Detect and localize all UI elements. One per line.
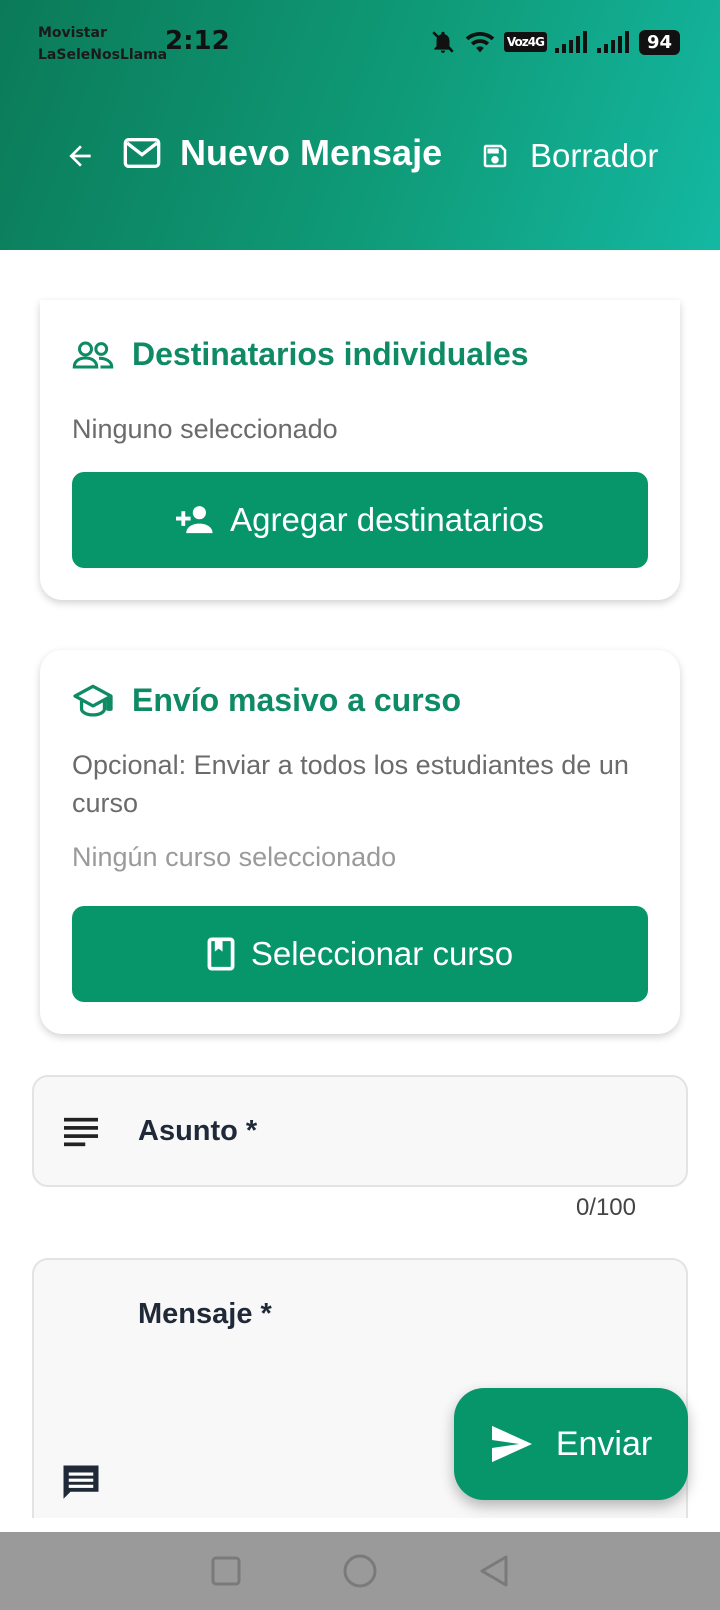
status-time: 2:12 [165,26,230,56]
recents-icon[interactable] [210,1555,242,1587]
back-button[interactable] [56,134,104,178]
toolbar: Nuevo Mensaje Borrador [0,118,720,190]
wifi-icon [465,31,495,53]
course-broadcast-status: Ningún curso seleccionado [72,842,397,872]
send-icon [491,1425,532,1463]
subject-char-counter: 0/100 [575,1194,636,1221]
carrier-line-1: Movistar [38,25,107,41]
message-label: Mensaje * [138,1298,272,1330]
subject-label: Asunto * [138,1115,258,1147]
page-title: Nuevo Mensaje [180,132,443,173]
course-broadcast-description: Opcional: Enviar a todos los estudiantes… [72,750,629,818]
battery-indicator: 94 [638,29,680,55]
book-icon [207,937,235,971]
carrier-line-2: LaSeleNosLlama [38,47,168,63]
send-fab[interactable]: Enviar [454,1388,688,1500]
carrier-name: Movistar LaSeleNosLlama [38,22,167,66]
subject-lines-icon [64,1117,98,1147]
individual-recipients-status: Ninguno seleccionado [72,414,338,444]
course-broadcast-title: Envío masivo a curso [132,682,462,718]
select-course-label: Seleccionar curso [250,935,514,972]
add-recipients-label: Agregar destinatarios [230,501,544,538]
signal-icon-1 [554,31,587,53]
status-icons: Voz4G 94 [430,26,680,58]
system-nav-bar [0,1532,720,1610]
add-person-icon [176,506,213,534]
save-draft-button[interactable]: Borrador [480,128,658,184]
back-nav-icon[interactable] [478,1554,510,1588]
subject-field[interactable]: Asunto * [32,1075,688,1187]
network-badge: Voz4G [503,32,547,52]
status-bar: Movistar LaSeleNosLlama 2:12 Voz4G 94 [0,0,720,90]
signal-icon-2 [596,31,629,53]
send-label: Enviar [555,1424,653,1463]
add-recipients-button[interactable]: Agregar destinatarios [72,472,648,568]
people-icon [72,341,114,368]
home-icon[interactable] [342,1553,378,1589]
individual-recipients-header: Destinatarios individuales [72,336,529,373]
back-arrow-icon [69,145,91,167]
course-broadcast-header: Envío masivo a curso [72,682,461,719]
course-broadcast-card: Envío masivo a curso Opcional: Enviar a … [40,650,680,1034]
school-icon [73,684,113,717]
save-icon [483,144,507,168]
select-course-button[interactable]: Seleccionar curso [72,906,648,1002]
draft-label: Borrador [530,137,659,174]
mail-icon [123,138,161,168]
app-header: Movistar LaSeleNosLlama 2:12 Voz4G 94 Nu… [0,0,720,250]
bell-off-icon [432,31,454,53]
message-icon [63,1465,99,1499]
individual-recipients-card: Destinatarios individuales Ninguno selec… [40,300,680,600]
individual-recipients-title: Destinatarios individuales [132,336,529,372]
